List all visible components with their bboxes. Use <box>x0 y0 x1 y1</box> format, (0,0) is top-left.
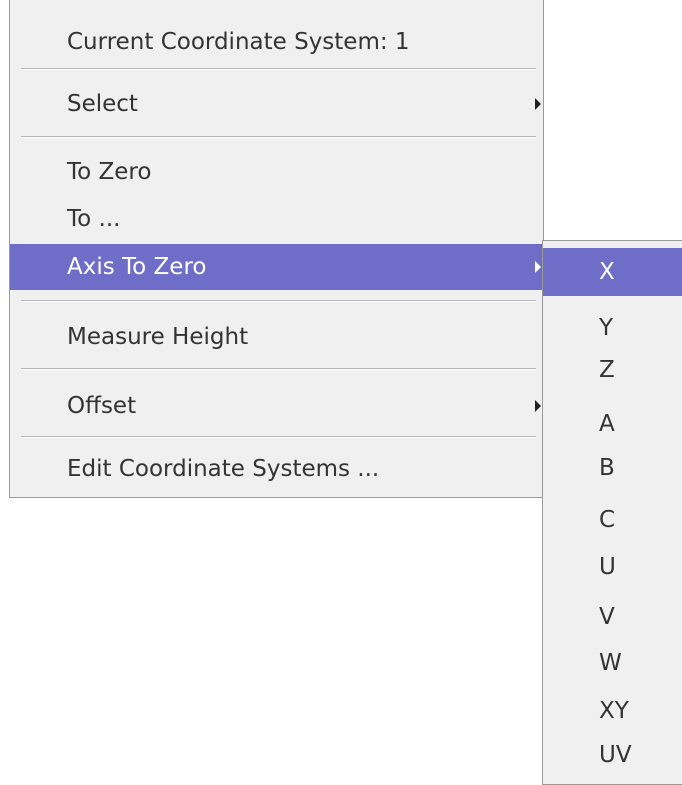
submenu-item-label: A <box>599 410 615 437</box>
menu-item-label: Current Coordinate System: 1 <box>67 28 410 55</box>
submenu-item-uv[interactable]: UV <box>543 731 682 779</box>
submenu-item-xy[interactable]: XY <box>543 687 682 735</box>
menu-item-label: Axis To Zero <box>67 253 207 280</box>
menu-item-axis-to-zero[interactable]: Axis To Zero <box>10 244 543 290</box>
menu-separator <box>21 136 536 138</box>
context-menu: Current Coordinate System: 1 Select To Z… <box>9 0 544 498</box>
menu-item-edit-coordinate-systems[interactable]: Edit Coordinate Systems ... <box>10 440 543 498</box>
menu-item-to-zero[interactable]: To Zero <box>10 150 543 194</box>
submenu-item-label: C <box>599 506 616 533</box>
menu-item-measure-height[interactable]: Measure Height <box>10 305 543 369</box>
submenu-item-c[interactable]: C <box>543 496 682 544</box>
menu-item-label: Edit Coordinate Systems ... <box>67 455 380 482</box>
menu-separator <box>21 68 536 70</box>
menu-separator <box>21 300 536 302</box>
menu-item-label: To Zero <box>67 158 152 185</box>
submenu-item-w[interactable]: W <box>543 639 682 687</box>
submenu-item-label: X <box>599 258 615 285</box>
menu-item-label: Offset <box>67 392 137 419</box>
menu-item-label: To ... <box>67 205 121 232</box>
menu-separator <box>21 436 536 438</box>
menu-separator <box>21 368 536 370</box>
submenu-item-b[interactable]: B <box>543 444 682 492</box>
submenu-item-label: U <box>599 553 616 580</box>
submenu-item-label: V <box>599 603 615 630</box>
submenu-item-label: XY <box>599 697 629 724</box>
axis-submenu: X Y Z A B C U V W XY UV <box>542 240 682 785</box>
submenu-item-label: B <box>599 454 615 481</box>
submenu-item-a[interactable]: A <box>543 400 682 448</box>
menu-item-offset[interactable]: Offset <box>10 374 543 438</box>
submenu-arrow-icon <box>535 261 541 273</box>
submenu-item-label: Z <box>599 356 615 383</box>
submenu-item-v[interactable]: V <box>543 593 682 641</box>
submenu-item-z[interactable]: Z <box>543 346 682 394</box>
menu-item-select[interactable]: Select <box>10 72 543 136</box>
submenu-item-y[interactable]: Y <box>543 304 682 352</box>
submenu-item-u[interactable]: U <box>543 543 682 591</box>
submenu-item-x[interactable]: X <box>543 248 682 296</box>
submenu-item-label: W <box>599 649 622 676</box>
submenu-arrow-icon <box>535 400 541 412</box>
menu-item-label: Select <box>67 90 138 117</box>
submenu-item-label: UV <box>599 741 632 768</box>
menu-item-label: Measure Height <box>67 323 249 350</box>
menu-item-current-coordinate-system[interactable]: Current Coordinate System: 1 <box>10 10 543 74</box>
submenu-arrow-icon <box>535 98 541 110</box>
menu-item-to[interactable]: To ... <box>10 194 543 244</box>
submenu-item-label: Y <box>599 314 614 341</box>
